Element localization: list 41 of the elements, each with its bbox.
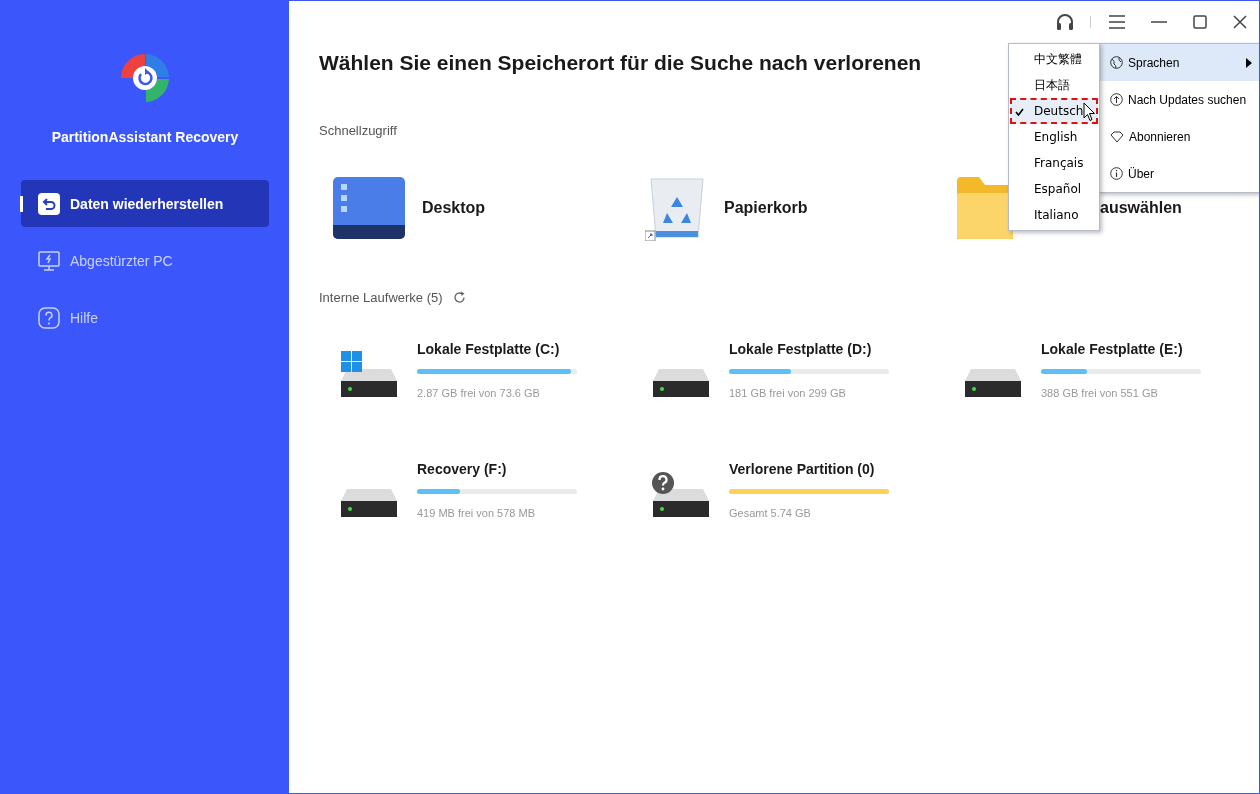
page-title: Wählen Sie einen Speicherort für die Suche nach verlorenen	[319, 51, 922, 75]
sidebar-item[interactable]: Daten wiederherstellen	[21, 180, 269, 227]
drive-size: 388 GB frei von 551 GB	[1041, 387, 1159, 399]
close-icon[interactable]	[1233, 15, 1247, 29]
hard-drive-icon[interactable]	[651, 471, 711, 519]
check-icon	[1015, 108, 1024, 116]
globe-icon	[1110, 56, 1123, 69]
location-label[interactable]: Papierkorb	[724, 199, 808, 217]
restore-icon	[38, 192, 60, 215]
sidebar-item[interactable]: Abgestürzter PC	[21, 237, 269, 284]
headset-icon[interactable]	[1056, 13, 1074, 31]
diamond-icon	[1110, 130, 1124, 143]
hard-drive-icon[interactable]	[339, 351, 399, 399]
drive-name[interactable]: Lokale Festplatte (D:)	[729, 341, 889, 357]
drive-size: 2.87 GB frei von 73.6 GB	[417, 387, 541, 399]
refresh-icon[interactable]	[452, 291, 466, 304]
drive-name[interactable]: Lokale Festplatte (E:)	[1041, 341, 1201, 357]
location-label[interactable]: Desktop	[422, 199, 486, 217]
drive-name[interactable]: Recovery (F:)	[417, 461, 577, 477]
monitor-icon	[38, 249, 60, 272]
drive-size: 181 GB frei von 299 GB	[729, 387, 847, 399]
upload-icon	[1110, 93, 1123, 106]
help-icon	[38, 306, 60, 329]
section-heading: Interne Laufwerke (5)	[319, 290, 443, 305]
app-name: PartitionAssistant Recovery	[51, 129, 239, 145]
desktop-icon[interactable]	[333, 177, 405, 239]
maximize-icon[interactable]	[1193, 15, 1207, 29]
cursor-icon	[1083, 102, 1096, 122]
location-label[interactable]: auswählen	[1100, 199, 1182, 217]
menu-icon[interactable]	[1109, 15, 1125, 29]
recycle-bin-icon[interactable]	[645, 175, 707, 241]
drive-size: Gesamt 5.74 GB	[729, 507, 812, 519]
info-icon	[1110, 167, 1123, 180]
sidebar-item[interactable]: Hilfe	[21, 294, 269, 341]
drive-size: 419 MB frei von 578 MB	[417, 507, 536, 519]
section-heading: Schnellzugriff	[319, 123, 397, 138]
app-logo-icon	[120, 53, 170, 103]
language-option[interactable]: Deutsch	[1010, 98, 1098, 124]
drive-name[interactable]: Verlorene Partition (0)	[729, 461, 889, 477]
menu-item[interactable]: Sprachen	[1099, 44, 1259, 81]
drive-name[interactable]: Lokale Festplatte (C:)	[417, 341, 577, 357]
